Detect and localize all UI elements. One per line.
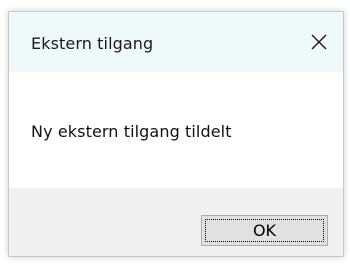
ok-button[interactable]: OK bbox=[201, 215, 328, 246]
close-button[interactable] bbox=[301, 24, 337, 60]
dialog-body: Ny ekstern tilgang tildelt bbox=[9, 72, 343, 188]
close-icon bbox=[311, 34, 327, 50]
message-dialog: Ekstern tilgang Ny ekstern tilgang tilde… bbox=[8, 11, 344, 257]
dialog-title: Ekstern tilgang bbox=[31, 34, 154, 53]
dialog-message: Ny ekstern tilgang tildelt bbox=[31, 122, 232, 141]
title-bar: Ekstern tilgang bbox=[9, 12, 343, 72]
ok-button-label: OK bbox=[252, 221, 277, 240]
dialog-footer: OK bbox=[9, 188, 343, 256]
